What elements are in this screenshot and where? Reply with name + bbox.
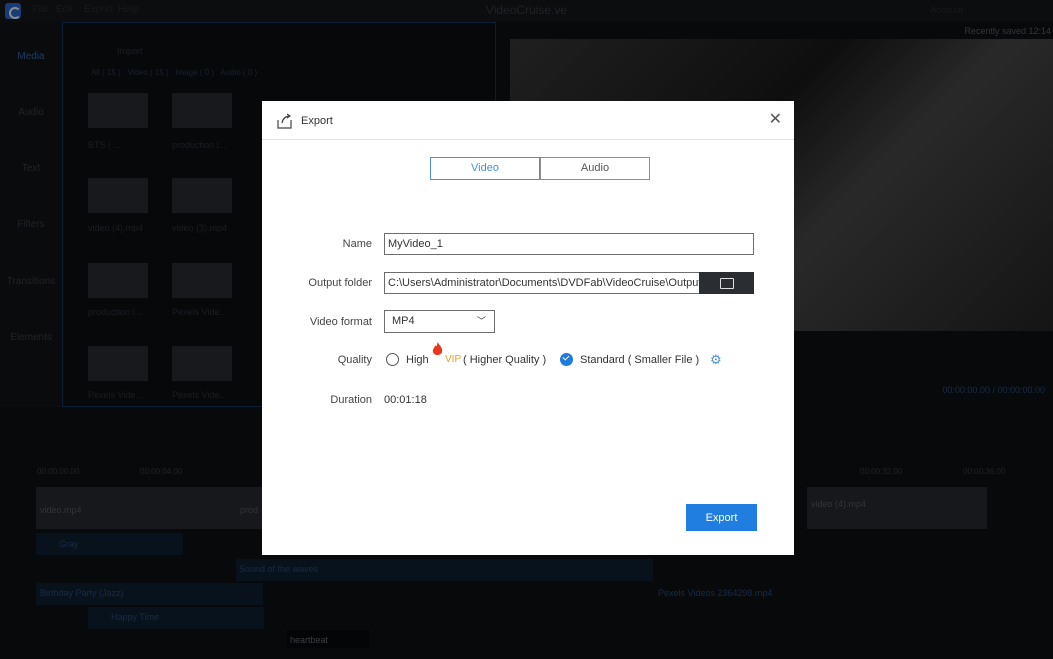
duration-value: 00:01:18 xyxy=(384,394,427,406)
export-dialog: Export ✕ Video Audio Name MyVideo_1 Outp… xyxy=(262,101,794,555)
video-format-select[interactable]: MP4 ﹀ xyxy=(384,310,495,333)
fire-icon xyxy=(432,342,443,355)
vip-badge: VIP xyxy=(445,354,462,365)
duration-label: Duration xyxy=(330,394,372,406)
video-format-value: MP4 xyxy=(392,315,415,327)
export-icon xyxy=(277,113,292,129)
quality-high-label[interactable]: High xyxy=(406,354,429,366)
tab-video[interactable]: Video xyxy=(430,157,540,180)
name-field[interactable]: MyVideo_1 xyxy=(384,233,754,255)
quality-high-radio[interactable] xyxy=(386,353,399,366)
name-label: Name xyxy=(342,238,372,250)
quality-standard-label[interactable]: Standard ( Smaller File ) xyxy=(580,354,699,366)
gear-icon[interactable]: ⚙ xyxy=(710,353,722,366)
video-format-label: Video format xyxy=(309,316,372,328)
output-folder-label: Output folder xyxy=(308,277,372,289)
dialog-header: Export ✕ xyxy=(262,101,794,140)
close-icon[interactable]: ✕ xyxy=(769,112,782,128)
quality-label: Quality xyxy=(337,354,372,366)
quality-standard-radio[interactable] xyxy=(560,353,573,366)
output-folder-field[interactable]: C:\Users\Administrator\Documents\DVDFab\… xyxy=(384,272,700,294)
browse-folder-button[interactable] xyxy=(699,272,754,294)
dialog-title: Export xyxy=(301,115,333,127)
export-button[interactable]: Export xyxy=(686,504,757,531)
quality-high-desc: ( Higher Quality ) xyxy=(463,354,547,366)
tab-audio[interactable]: Audio xyxy=(540,157,650,180)
chevron-down-icon: ﹀ xyxy=(476,316,486,326)
